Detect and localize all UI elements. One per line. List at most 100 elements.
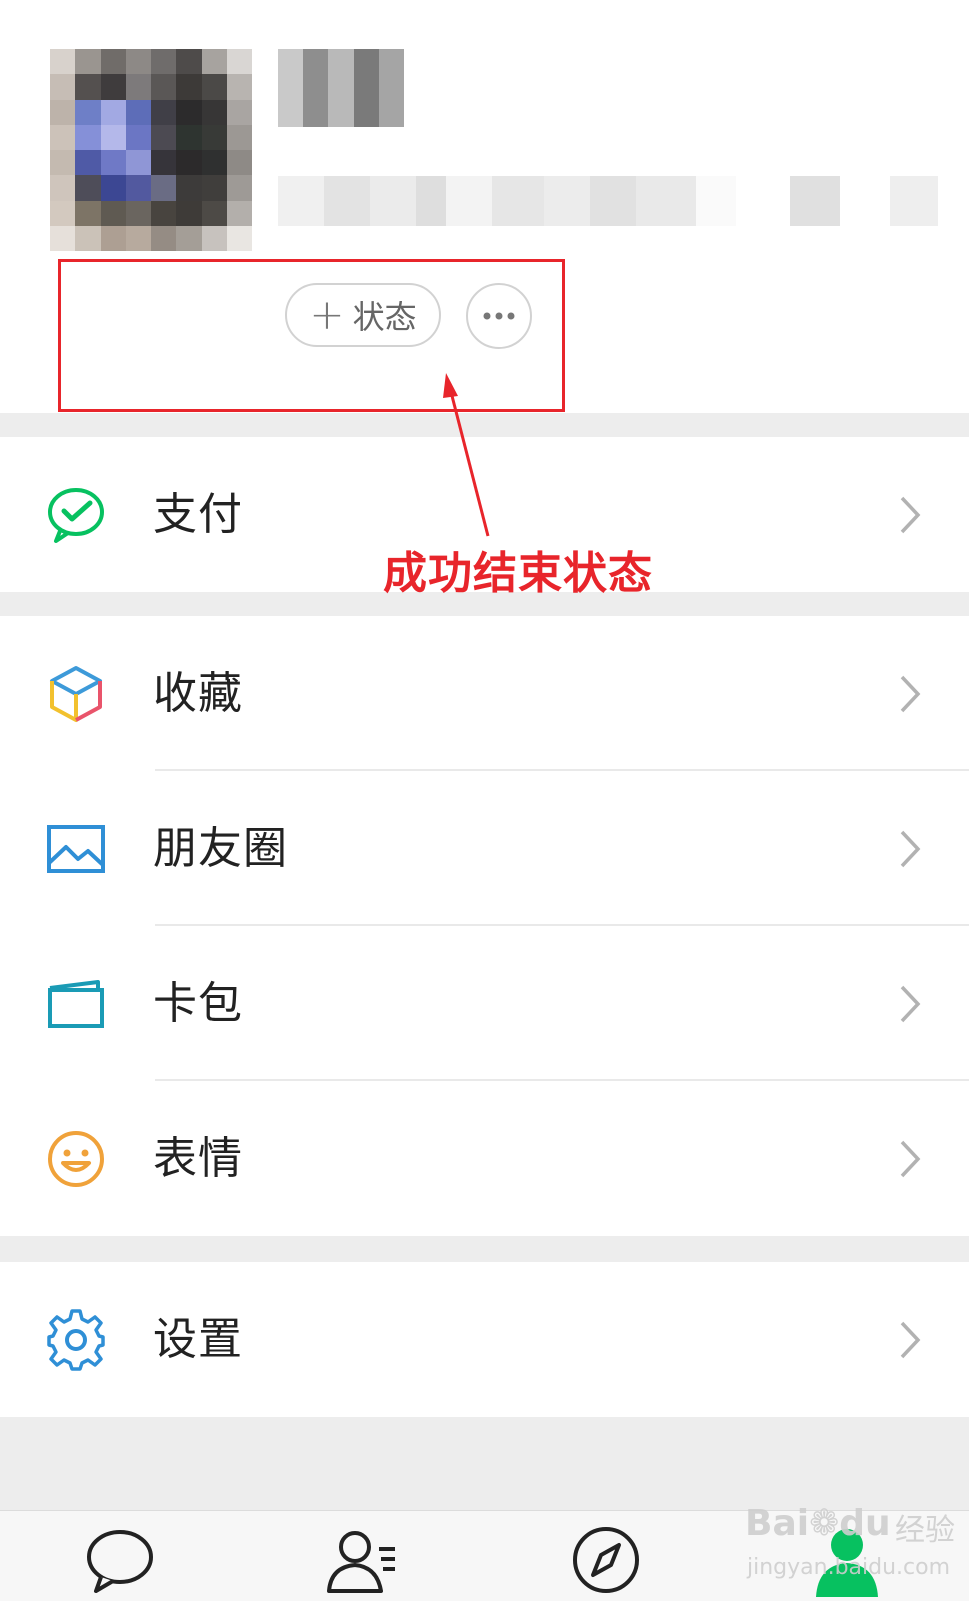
menu-item-stickers[interactable]: 表情 — [0, 1081, 969, 1236]
avatar-pixel — [176, 124, 202, 150]
avatar-pixel — [125, 124, 151, 150]
avatar-pixel — [201, 150, 227, 176]
avatar-pixel — [50, 99, 76, 125]
chevron-right-icon — [900, 830, 921, 868]
chat-bubble-icon[interactable] — [83, 1523, 157, 1597]
card-wallet-icon — [48, 980, 104, 1028]
avatar-pixel — [226, 175, 252, 201]
avatar-pixel — [176, 225, 202, 251]
avatar-pixel — [75, 49, 101, 75]
avatar-pixel — [151, 99, 177, 125]
features-group: 收藏 朋友圈 卡包 表情 — [0, 616, 969, 1236]
chevron-right-icon — [900, 496, 921, 534]
settings-group: 设置 — [0, 1262, 969, 1417]
avatar-pixel — [125, 175, 151, 201]
image-icon — [47, 825, 105, 873]
avatar-pixel — [75, 74, 101, 100]
avatar-pixel — [201, 99, 227, 125]
avatar-pixel — [201, 124, 227, 150]
avatar-pixel — [176, 150, 202, 176]
avatar-pixel — [100, 49, 126, 75]
avatar-pixel — [226, 150, 252, 176]
avatar-pixel — [100, 99, 126, 125]
avatar-pixel — [176, 99, 202, 125]
avatar-pixel — [226, 49, 252, 75]
avatar-pixel — [151, 175, 177, 201]
avatar-pixel — [125, 74, 151, 100]
chevron-right-icon — [900, 985, 921, 1023]
chevron-right-icon — [900, 1321, 921, 1359]
avatar-pixel — [201, 225, 227, 251]
avatar-pixel — [75, 225, 101, 251]
menu-item-moments[interactable]: 朋友圈 — [0, 771, 969, 926]
avatar-pixel — [125, 99, 151, 125]
avatar-pixel — [226, 225, 252, 251]
me-icon[interactable] — [810, 1523, 884, 1597]
avatar-pixel — [75, 124, 101, 150]
menu-item-favorites[interactable]: 收藏 — [0, 616, 969, 771]
smile-icon — [48, 1131, 104, 1187]
avatar-pixel — [176, 49, 202, 75]
avatar-pixel — [151, 200, 177, 226]
chevron-right-icon — [900, 1140, 921, 1178]
menu-item-cards[interactable]: 卡包 — [0, 926, 969, 1081]
avatar-pixel — [50, 175, 76, 201]
avatar-pixel — [50, 200, 76, 226]
avatar-pixel — [176, 200, 202, 226]
avatar-pixel — [125, 49, 151, 75]
avatar-pixel — [201, 74, 227, 100]
avatar-pixel — [75, 99, 101, 125]
avatar-pixel — [176, 175, 202, 201]
avatar-pixel — [125, 200, 151, 226]
avatar[interactable] — [50, 49, 252, 251]
menu-item-label: 卡包 — [153, 978, 243, 1029]
avatar-pixel — [151, 150, 177, 176]
wechat-id-blurred — [278, 176, 938, 226]
avatar-pixel — [100, 175, 126, 201]
avatar-pixel — [50, 225, 76, 251]
avatar-pixel — [50, 124, 76, 150]
cube-icon — [50, 666, 102, 722]
avatar-pixel — [226, 99, 252, 125]
avatar-pixel — [50, 49, 76, 75]
nickname-blurred — [278, 49, 405, 127]
avatar-pixel — [176, 74, 202, 100]
avatar-pixel — [201, 175, 227, 201]
avatar-pixel — [226, 74, 252, 100]
gear-icon — [47, 1309, 105, 1371]
avatar-pixel — [151, 49, 177, 75]
avatar-pixel — [75, 150, 101, 176]
avatar-pixel — [100, 150, 126, 176]
avatar-pixel — [151, 124, 177, 150]
bottom-tab-bar — [0, 1510, 969, 1601]
avatar-pixel — [201, 49, 227, 75]
avatar-pixel — [151, 225, 177, 251]
annotation-highlight-box — [58, 259, 565, 412]
avatar-pixel — [100, 200, 126, 226]
menu-item-label: 收藏 — [153, 668, 243, 719]
menu-item-settings[interactable]: 设置 — [0, 1262, 969, 1417]
avatar-pixel — [125, 150, 151, 176]
contacts-icon[interactable] — [325, 1523, 399, 1597]
avatar-pixel — [100, 74, 126, 100]
menu-item-label: 朋友圈 — [153, 823, 288, 874]
chevron-right-icon — [900, 675, 921, 713]
compass-icon[interactable] — [569, 1523, 643, 1597]
avatar-pixel — [100, 225, 126, 251]
menu-item-label: 设置 — [153, 1314, 243, 1365]
avatar-pixel — [201, 200, 227, 226]
avatar-pixel — [50, 150, 76, 176]
avatar-pixel — [100, 124, 126, 150]
menu-item-label: 支付 — [153, 489, 243, 540]
avatar-pixel — [75, 175, 101, 201]
avatar-pixel — [226, 124, 252, 150]
avatar-pixel — [151, 74, 177, 100]
wechat-pay-icon — [48, 488, 104, 543]
profile-header: + 状态 — [0, 0, 969, 413]
avatar-pixel — [50, 74, 76, 100]
avatar-pixel — [75, 200, 101, 226]
menu-item-label: 表情 — [153, 1133, 243, 1184]
avatar-pixel — [125, 225, 151, 251]
annotation-text: 成功结束状态 — [383, 548, 653, 599]
avatar-pixel — [226, 200, 252, 226]
